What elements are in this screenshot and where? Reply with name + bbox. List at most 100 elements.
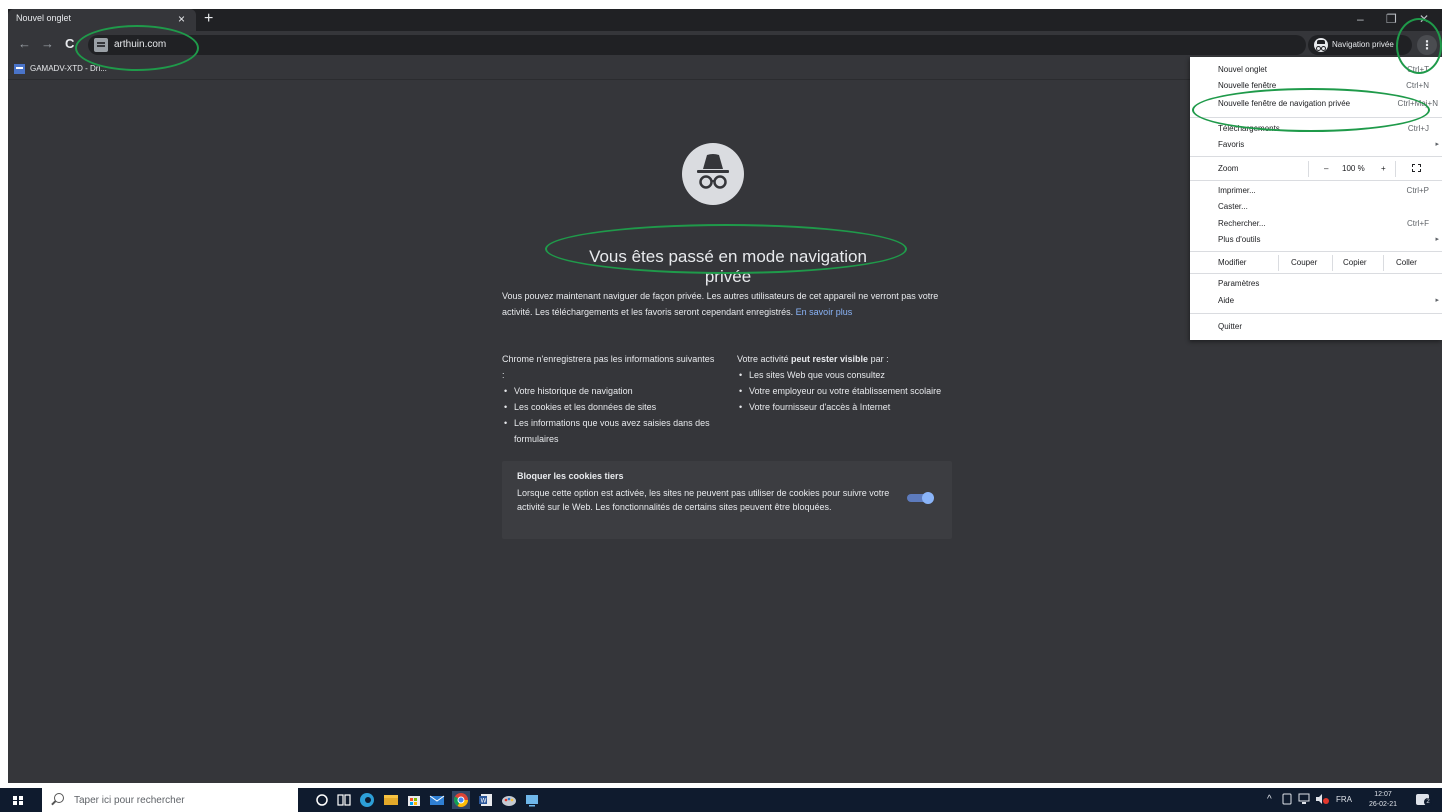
edit-divider: [1332, 255, 1333, 271]
minimize-icon[interactable]: –: [1357, 11, 1364, 27]
menu-item-find[interactable]: Rechercher... Ctrl+F: [1190, 219, 1442, 231]
url-text[interactable]: arthuin.com: [114, 39, 166, 50]
fullscreen-icon[interactable]: [1412, 164, 1421, 172]
windows-taskbar: Taper ici pour rechercher W ^ FRA 12:07 …: [0, 788, 1442, 812]
tray-app-icon[interactable]: [1280, 792, 1294, 806]
store-icon[interactable]: [405, 791, 423, 809]
language-indicator[interactable]: FRA: [1336, 795, 1352, 804]
menu-item-label: Rechercher...: [1218, 219, 1266, 228]
zoom-level: 100 %: [1342, 164, 1365, 173]
heading-part: Votre activité: [737, 354, 792, 364]
address-bar[interactable]: arthuin.com: [88, 35, 1306, 55]
not-saved-heading: Chrome n'enregistrera pas les informatio…: [502, 354, 715, 380]
menu-item-label: Nouvelle fenêtre: [1218, 81, 1277, 90]
clock-date: 26-02-21: [1368, 801, 1398, 808]
intro-paragraph: Vous pouvez maintenant naviguer de façon…: [502, 291, 939, 317]
paste-button[interactable]: Coller: [1396, 258, 1417, 267]
volume-muted-icon[interactable]: [1314, 792, 1330, 806]
remote-desktop-icon[interactable]: [523, 791, 541, 809]
visible-to-heading: Votre activité peut rester visible par :: [737, 351, 952, 367]
menu-item-cast[interactable]: Caster...: [1190, 202, 1442, 214]
windows-start-icon[interactable]: [13, 796, 23, 805]
heading-bold-part: peut rester visible: [791, 354, 869, 364]
learn-more-link[interactable]: En savoir plus: [796, 307, 853, 317]
search-icon: [54, 793, 64, 803]
menu-item-shortcut: Ctrl+T: [1407, 65, 1429, 74]
menu-item-downloads[interactable]: Téléchargements Ctrl+J: [1190, 124, 1442, 136]
chrome-taskbar-icon[interactable]: [452, 791, 470, 809]
tab-strip: Nouvel onglet × + – ❐ ✕: [8, 9, 1442, 31]
task-view-icon[interactable]: [335, 791, 353, 809]
cortana-icon[interactable]: [313, 791, 331, 809]
menu-item-label: Quitter: [1218, 322, 1243, 331]
edit-divider: [1278, 255, 1279, 271]
copy-button[interactable]: Copier: [1343, 258, 1367, 267]
menu-item-new-tab[interactable]: Nouvel onglet Ctrl+T: [1190, 65, 1442, 77]
chrome-menu-button[interactable]: ⋮: [1417, 35, 1437, 55]
word-icon[interactable]: W: [477, 791, 495, 809]
back-icon[interactable]: ←: [18, 36, 31, 52]
forward-icon[interactable]: →: [41, 36, 54, 52]
incognito-indicator[interactable]: Navigation privée: [1308, 35, 1412, 55]
bookmark-item[interactable]: GAMADV-XTD - Dri...: [30, 64, 107, 73]
menu-item-print[interactable]: Imprimer... Ctrl+P: [1190, 186, 1442, 198]
menu-item-label: Zoom: [1218, 164, 1239, 173]
taskbar-clock[interactable]: 12:07 26-02-21: [1366, 790, 1400, 810]
edit-divider: [1383, 255, 1384, 271]
svg-text:W: W: [481, 798, 487, 805]
mail-icon[interactable]: [428, 791, 446, 809]
toolbar: ← → C arthuin.com Navigation privée ⋮: [8, 31, 1442, 58]
site-favicon-icon: [94, 38, 108, 52]
menu-item-new-incognito-window[interactable]: Nouvelle fenêtre de navigation privée Ct…: [1190, 99, 1442, 111]
menu-item-more-tools[interactable]: Plus d'outils ▸: [1190, 235, 1442, 247]
screen: Nouvel onglet × + – ❐ ✕ ← → C arthuin.co…: [0, 0, 1442, 812]
restore-icon[interactable]: ❐: [1386, 11, 1397, 27]
menu-item-label: Nouvelle fenêtre de navigation privée: [1218, 99, 1351, 108]
not-saved-column: Chrome n'enregistrera pas les informatio…: [502, 351, 717, 447]
cookie-controls-card: Bloquer les cookies tiers Lorsque cette …: [502, 461, 952, 539]
menu-item-settings[interactable]: Paramètres: [1190, 279, 1442, 291]
zoom-in-button[interactable]: +: [1381, 164, 1386, 173]
notifications-icon[interactable]: [1416, 794, 1432, 806]
incognito-icon: [1314, 38, 1328, 52]
tray-expand-icon[interactable]: ^: [1267, 794, 1272, 805]
menu-item-label: Aide: [1218, 296, 1235, 305]
tab-close-icon[interactable]: ×: [178, 12, 185, 26]
bookmark-favicon-icon: [14, 64, 25, 74]
zoom-divider: [1308, 161, 1309, 177]
menu-item-label: Favoris: [1218, 140, 1245, 149]
toggle-knob[interactable]: [922, 492, 934, 504]
page-title: Vous êtes passé en mode navigation privé…: [589, 247, 867, 286]
menu-item-shortcut: Ctrl+N: [1406, 81, 1429, 90]
close-icon[interactable]: ✕: [1419, 11, 1429, 27]
incognito-label: Navigation privée: [1332, 40, 1394, 49]
menu-item-label: Caster...: [1218, 202, 1248, 211]
menu-item-favorites[interactable]: Favoris ▸: [1190, 140, 1442, 152]
list-item: Les cookies et les données de sites: [502, 399, 717, 415]
edge-icon[interactable]: [358, 791, 376, 809]
clock-time: 12:07: [1374, 791, 1392, 798]
cut-button[interactable]: Couper: [1291, 258, 1317, 267]
zoom-divider: [1395, 161, 1396, 177]
paint-icon[interactable]: [500, 791, 518, 809]
search-placeholder: Taper ici pour rechercher: [74, 795, 185, 806]
new-tab-button[interactable]: +: [204, 10, 213, 28]
menu-item-help[interactable]: Aide ▸: [1190, 296, 1442, 308]
menu-divider: [1190, 273, 1442, 274]
taskbar-search-box[interactable]: Taper ici pour rechercher: [42, 788, 298, 812]
menu-item-new-window[interactable]: Nouvelle fenêtre Ctrl+N: [1190, 81, 1442, 93]
zoom-out-button[interactable]: –: [1324, 164, 1328, 173]
list-item: Votre fournisseur d'accès à Internet: [737, 399, 952, 415]
network-icon[interactable]: [1297, 792, 1311, 806]
heading-part: par :: [868, 354, 889, 364]
cookie-card-description: Lorsque cette option est activée, les si…: [517, 488, 890, 512]
visible-to-column: Votre activité peut rester visible par :…: [737, 351, 952, 415]
reload-icon[interactable]: C: [65, 36, 74, 52]
menu-item-quit[interactable]: Quitter: [1190, 322, 1442, 334]
tab-new-tab[interactable]: Nouvel onglet ×: [8, 9, 196, 31]
menu-item-label: Paramètres: [1218, 279, 1260, 288]
menu-item-shortcut: Ctrl+J: [1407, 124, 1429, 133]
menu-divider: [1190, 251, 1442, 252]
menu-item-label: Nouvel onglet: [1218, 65, 1267, 74]
file-explorer-icon[interactable]: [382, 791, 400, 809]
